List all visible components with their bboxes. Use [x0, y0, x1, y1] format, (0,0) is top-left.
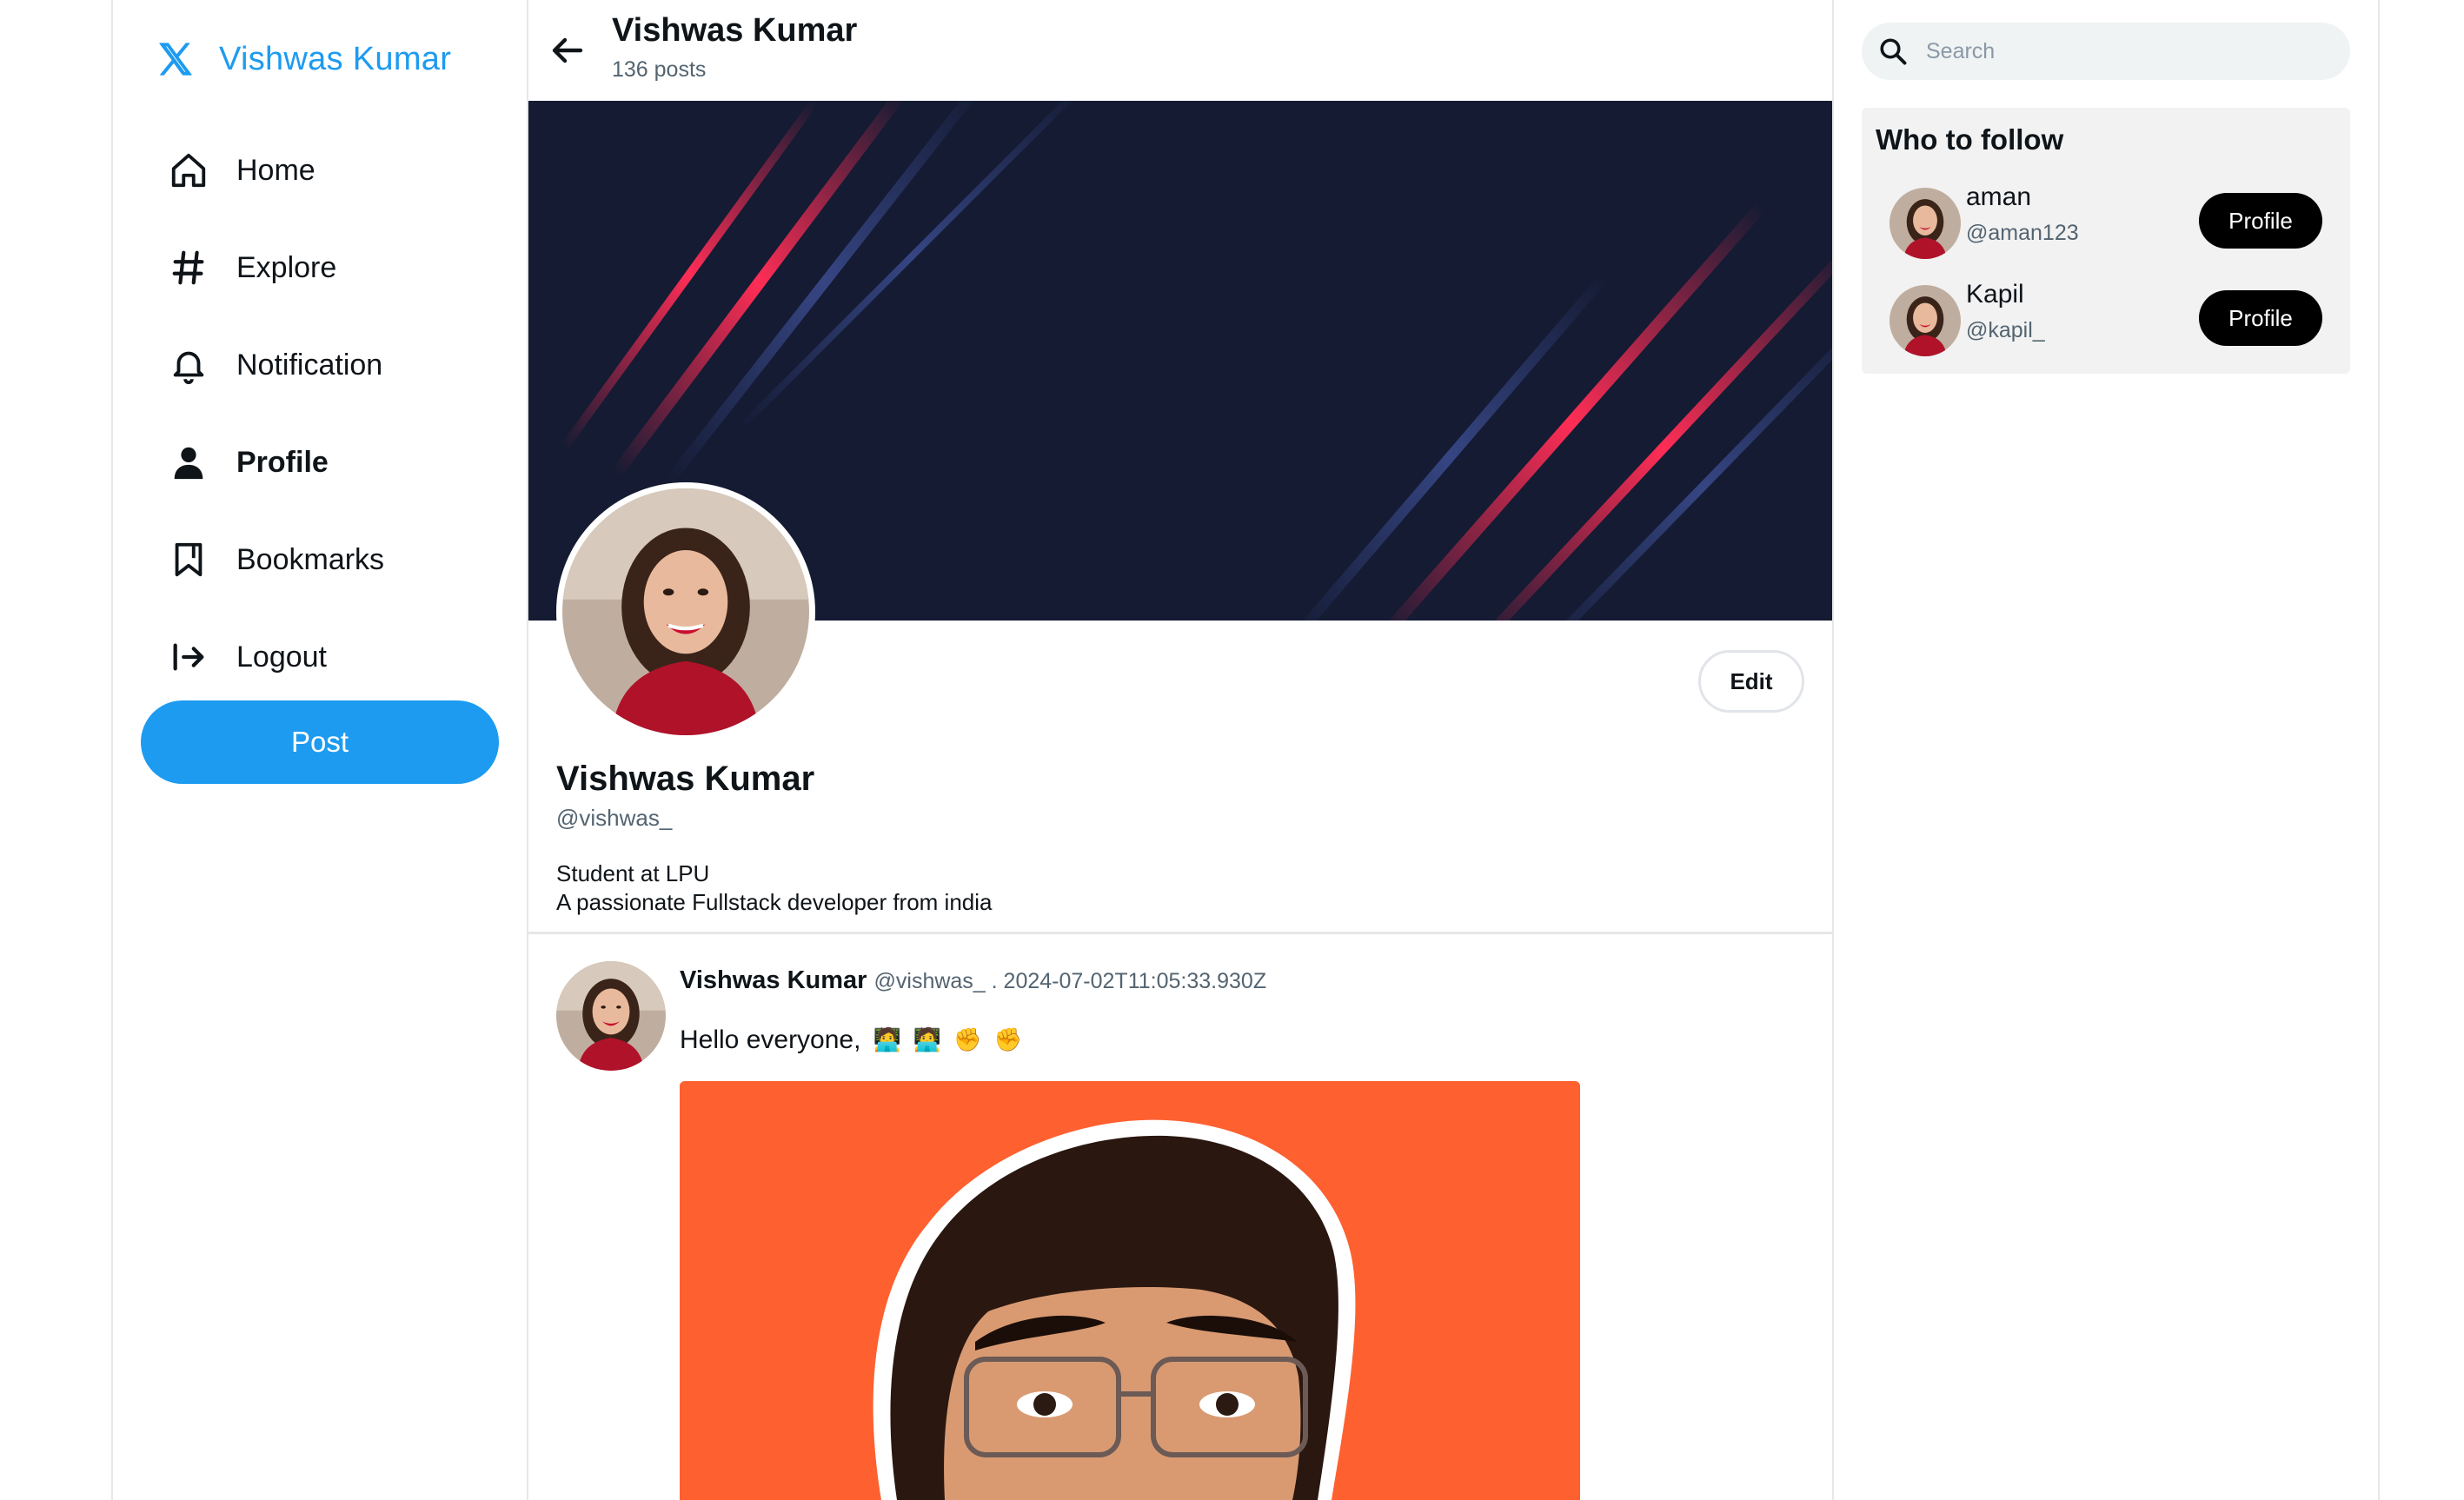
tweet-author[interactable]: Vishwas Kumar: [680, 966, 867, 994]
nav-label-bookmarks: Bookmarks: [236, 542, 385, 576]
profile-name: Vishwas Kumar: [556, 760, 815, 798]
hashtag-icon: [172, 250, 204, 285]
header-post-count: 136 posts: [612, 57, 707, 82]
logout-icon: [173, 643, 204, 671]
nav-label-home: Home: [236, 153, 315, 187]
tweet-avatar[interactable]: [556, 961, 666, 1071]
search-bar[interactable]: [1862, 23, 2350, 80]
search-icon: [1880, 38, 1907, 65]
tweet-header: Vishwas Kumar @vishwas_ . 2024-07-02T11:…: [680, 966, 1266, 995]
profile-divider: [528, 932, 1832, 934]
search-input[interactable]: [1926, 38, 2308, 64]
who-to-follow-title: Who to follow: [1876, 123, 2064, 156]
avatar-woman-image: [562, 488, 809, 735]
nav-label-explore: Explore: [236, 250, 337, 284]
bookmark-icon: [175, 542, 203, 577]
emoji-raised-fist: ✊: [953, 1027, 982, 1053]
suggestion-avatar[interactable]: [1890, 285, 1961, 356]
x-logo-icon: [159, 43, 192, 76]
view-profile-button[interactable]: Profile: [2199, 193, 2322, 249]
profile-header-bar: Vishwas Kumar 136 posts: [528, 0, 1832, 101]
nav-menu: Home Explore Notification Profile Bookma…: [169, 122, 384, 706]
profile-bio-line-1: Student at LPU: [556, 860, 710, 886]
profile-bio-line-2: A passionate Fullstack developer from in…: [556, 889, 993, 915]
brand-title: Vishwas Kumar: [219, 40, 452, 77]
follow-suggestion[interactable]: Kapil @kapil_ Profile: [1890, 280, 2336, 358]
header-title: Vishwas Kumar: [612, 12, 858, 49]
suggestion-handle: @kapil_: [1966, 318, 2045, 342]
nav-label-logout: Logout: [236, 640, 327, 674]
nav-item-bookmarks[interactable]: Bookmarks: [169, 511, 384, 608]
emoji-raised-fist: ✊: [993, 1027, 1022, 1053]
nav-item-notification[interactable]: Notification: [169, 316, 384, 414]
home-icon: [171, 153, 206, 188]
emoji-technologist: 🧑‍💻: [913, 1027, 942, 1053]
profile-avatar[interactable]: [556, 482, 815, 741]
suggestion-name: Kapil: [1966, 280, 2024, 309]
right-frame-border: [2378, 0, 2380, 1500]
nav-item-explore[interactable]: Explore: [169, 219, 384, 316]
person-icon: [174, 447, 203, 480]
suggestion-name: aman: [1966, 183, 2032, 211]
avatar-woman-image: [1890, 188, 1961, 259]
tweet-text-content: Hello everyone,: [680, 1025, 861, 1054]
left-sidebar: Vishwas Kumar Home Explore Notification …: [113, 0, 527, 1500]
brand[interactable]: Vishwas Kumar: [155, 38, 451, 80]
post-button[interactable]: Post: [141, 700, 499, 784]
tweet-meta: @vishwas_ . 2024-07-02T11:05:33.930Z: [873, 969, 1267, 993]
nav-label-notification: Notification: [236, 348, 383, 382]
main-right-border: [1832, 0, 1834, 1500]
tweet-text: Hello everyone, 🧑‍💻 🧑‍💻 ✊ ✊: [680, 1025, 1022, 1055]
nav-item-profile[interactable]: Profile: [169, 414, 384, 511]
bell-icon: [173, 351, 204, 385]
emoji-technologist: 🧑‍💻: [873, 1027, 901, 1053]
main-column: Vishwas Kumar 136 posts Edit Vishwas Kum…: [528, 0, 1832, 1500]
nav-item-logout[interactable]: Logout: [169, 608, 384, 706]
edit-profile-button[interactable]: Edit: [1698, 650, 1804, 713]
avatar-woman-image: [1890, 285, 1961, 356]
follow-suggestion[interactable]: aman @aman123 Profile: [1890, 183, 2336, 261]
who-to-follow-panel: Who to follow aman @aman123 Profile Kapi…: [1862, 108, 2350, 374]
nav-label-profile: Profile: [236, 445, 329, 479]
cartoon-portrait-image: [680, 1081, 1580, 1500]
tweet-image[interactable]: [680, 1081, 1580, 1500]
view-profile-button[interactable]: Profile: [2199, 290, 2322, 346]
profile-handle: @vishwas_: [556, 805, 673, 831]
suggestion-avatar[interactable]: [1890, 188, 1961, 259]
right-sidebar: Who to follow aman @aman123 Profile: [1862, 0, 2350, 1500]
back-arrow-icon[interactable]: [546, 30, 588, 71]
nav-item-home[interactable]: Home: [169, 122, 384, 219]
avatar-woman-image: [556, 961, 666, 1071]
suggestion-handle: @aman123: [1966, 221, 2079, 245]
